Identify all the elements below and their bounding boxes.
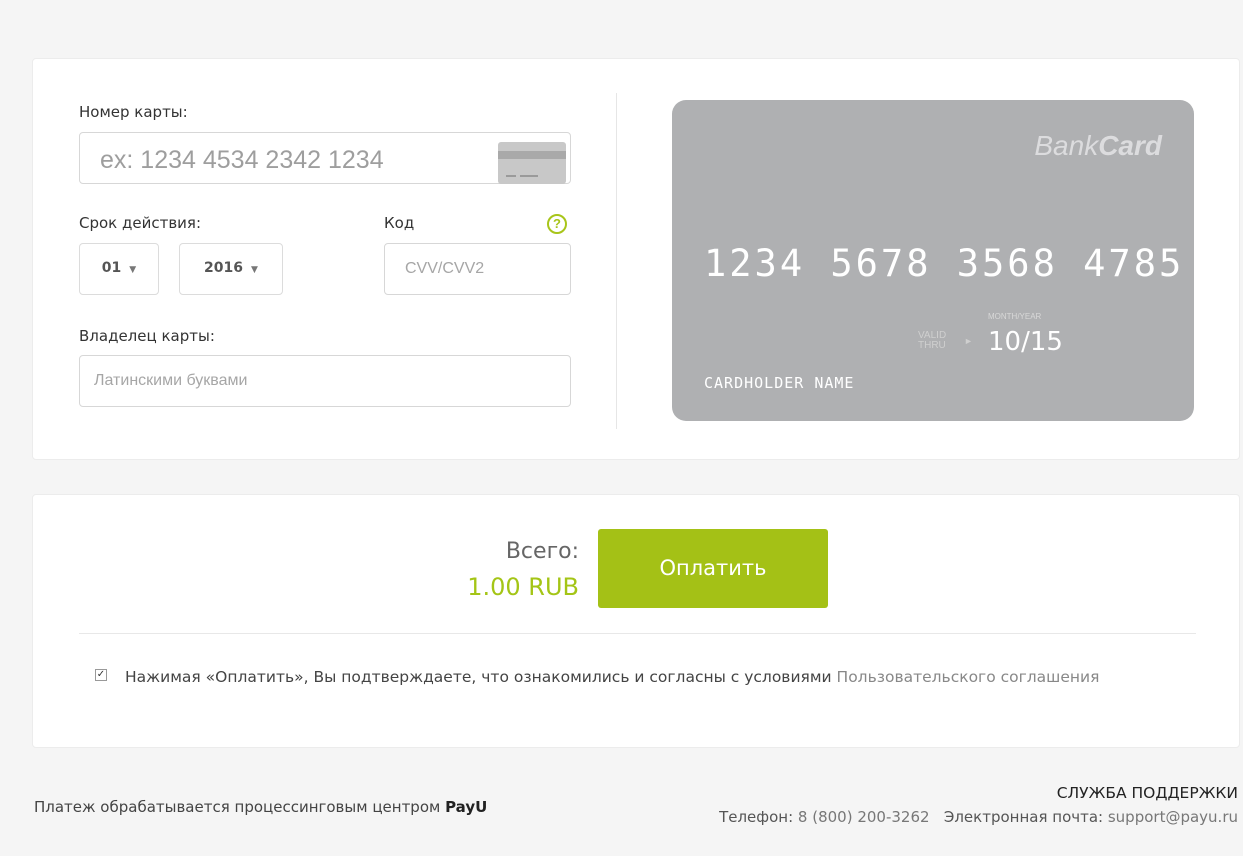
card-number-input[interactable]: ex: 1234 4534 2342 1234: [79, 132, 571, 184]
divider: [616, 93, 617, 429]
total-amount: 1.00 RUB: [467, 573, 579, 601]
cvv-input[interactable]: CVV/CVV2: [384, 243, 571, 295]
card-holder-label: Владелец карты:: [79, 327, 215, 345]
card-number-label: Номер карты:: [79, 103, 188, 121]
expiry-month-value: 01: [101, 260, 122, 276]
expiry-label: Срок действия:: [79, 214, 201, 232]
divider: [79, 633, 1196, 634]
bank-card-logo: BankCard: [1034, 130, 1162, 161]
card-holder-placeholder: Латинскими буквами: [94, 372, 248, 389]
bank-card-expiry: 10/15: [988, 327, 1063, 357]
agreement-checkbox[interactable]: ✓: [95, 669, 107, 681]
cvv-label: Код: [384, 214, 415, 232]
support-contacts: Телефон: 8 (800) 200-3262 Электронная по…: [719, 808, 1238, 826]
bank-card-number: 1234 5678 3568 4785: [704, 242, 1185, 285]
arrow-right-icon: ►: [964, 336, 973, 346]
chevron-down-icon: ▼: [129, 265, 137, 275]
expiry-year-select[interactable]: 2016 ▼: [179, 243, 283, 295]
payment-panel: Всего: 1.00 RUB Оплатить Нажимая «Оплати…: [32, 494, 1240, 748]
bank-card-holder: CARDHOLDER NAME: [704, 374, 855, 392]
payu-brand: PayU: [445, 798, 488, 816]
support-email[interactable]: support@payu.ru: [1108, 808, 1238, 826]
card-details-panel: Номер карты: ex: 1234 4534 2342 1234 Сро…: [32, 58, 1240, 460]
support-title: СЛУЖБА ПОДДЕРЖКИ: [1056, 784, 1238, 802]
bank-card-preview: BankCard 1234 5678 3568 4785 MONTH/YEAR …: [672, 100, 1194, 421]
bank-card-valid-caption: VALID THRU: [918, 330, 947, 351]
expiry-month-select[interactable]: 01 ▼: [79, 243, 159, 295]
agreement-text: Нажимая «Оплатить», Вы подтверждаете, чт…: [125, 668, 1100, 686]
card-number-placeholder: ex: 1234 4534 2342 1234: [100, 146, 384, 174]
chevron-down-icon: ▼: [251, 265, 258, 275]
total-label: Всего:: [505, 539, 579, 564]
help-icon[interactable]: ?: [547, 214, 567, 234]
expiry-year-value: 2016: [204, 260, 244, 276]
cvv-placeholder: CVV/CVV2: [405, 260, 485, 277]
bank-card-month-year-caption: MONTH/YEAR: [988, 312, 1042, 321]
processing-info: Платеж обрабатывается процессинговым цен…: [34, 798, 488, 816]
card-holder-input[interactable]: Латинскими буквами: [79, 355, 571, 407]
credit-card-icon: [498, 142, 566, 184]
support-phone[interactable]: 8 (800) 200-3262: [798, 808, 930, 826]
user-agreement-link[interactable]: Пользовательского соглашения: [837, 668, 1100, 686]
pay-button[interactable]: Оплатить: [598, 529, 828, 608]
